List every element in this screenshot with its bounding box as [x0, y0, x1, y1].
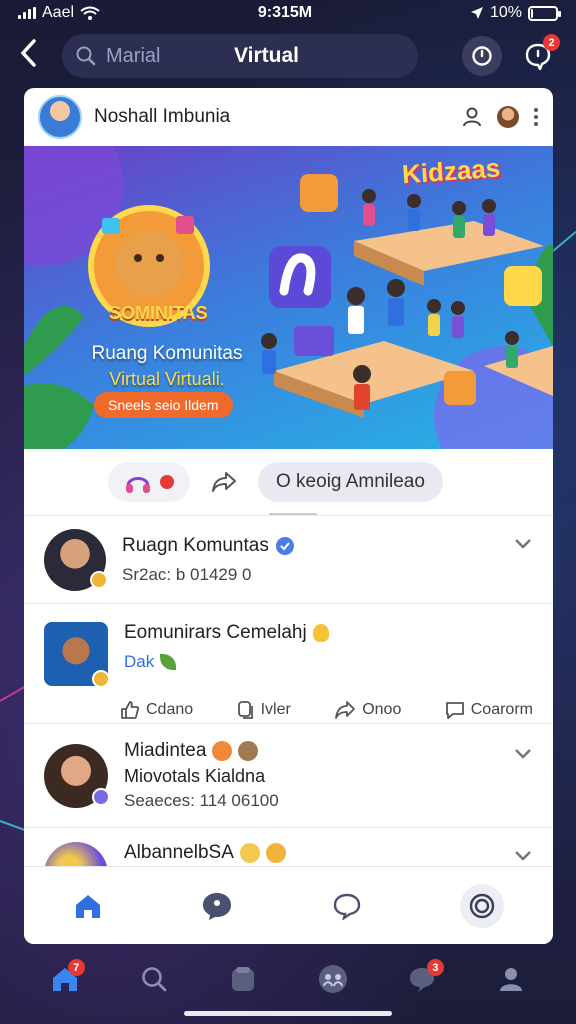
tab-messages[interactable]: 3 — [402, 959, 444, 999]
home-badge: 7 — [67, 959, 85, 976]
bulb-icon — [312, 624, 329, 642]
member-name: Miadintea — [124, 740, 207, 761]
emoji-icon — [238, 741, 259, 761]
banner-subtitle: Virtual Virtuali. — [109, 369, 225, 389]
battery-percent: 10% — [489, 4, 522, 21]
clock: 9:315M — [257, 4, 313, 21]
blue-badge-icon — [275, 536, 294, 555]
top-nav: Marial Virtual 2 — [0, 30, 576, 82]
leaf-icon — [160, 654, 177, 670]
search-icon — [142, 967, 167, 992]
share-button[interactable] — [204, 462, 244, 502]
comment-button[interactable]: Coarorm — [445, 700, 533, 720]
chevron-down-icon[interactable] — [513, 748, 533, 760]
thumbs-up-icon — [121, 701, 140, 719]
group-avatar[interactable] — [38, 95, 82, 139]
post-header: Noshall Imbunia — [24, 88, 553, 146]
signal-icon — [18, 7, 36, 19]
more-vertical-icon[interactable] — [533, 107, 539, 127]
user-icon[interactable] — [461, 106, 483, 128]
like-button[interactable]: Cdano — [120, 700, 193, 720]
chevron-down-icon[interactable] — [513, 850, 533, 862]
profile-avatar-small[interactable] — [497, 106, 519, 128]
verified-badge-icon — [90, 570, 108, 589]
messages-badge: 3 — [426, 959, 444, 976]
headphones-icon — [126, 477, 150, 493]
copy-label: Ivler — [260, 701, 291, 718]
timer-icon — [472, 46, 492, 66]
member-name: Ruagn Komuntas — [122, 534, 269, 556]
search-placeholder: Marial — [106, 44, 161, 67]
member-avatar[interactable] — [44, 743, 110, 808]
carrier-label: Aael — [42, 4, 75, 21]
banner-cta-button[interactable]: Sneels seio Ildem — [94, 392, 233, 418]
post-banner-image[interactable]: SOMINITAS Kidzaas Ruang Komunitas Virtua… — [24, 146, 553, 449]
notifications-button[interactable]: 2 — [518, 34, 560, 76]
comment-placeholder: O keoig Amnileao — [276, 471, 425, 492]
reactions-row: Cdano Ivler Onoo Coarorm — [44, 700, 533, 720]
copy-icon — [237, 701, 253, 719]
back-button[interactable] — [18, 38, 62, 74]
member-avatar[interactable] — [44, 622, 110, 688]
tab-search[interactable] — [134, 959, 174, 999]
member-name: AlbannelbSA — [124, 842, 234, 863]
member-meta: Sr2ac: b 01429 0 — [122, 564, 252, 584]
timer-button[interactable] — [462, 36, 502, 76]
tab-community[interactable] — [313, 959, 353, 999]
comment-label: Coarorm — [470, 701, 533, 718]
emoji-icon — [265, 843, 286, 863]
banner-title: Ruang Komunitas — [91, 343, 243, 364]
emoji-icon — [239, 843, 260, 863]
tab-library[interactable] — [223, 959, 263, 999]
list-item[interactable]: Miadintea Miovotals Kialdna Seaeces: 114… — [24, 723, 553, 827]
list-item[interactable]: Eomunirars Cemelahj Dak Cdano Ivler Onoo… — [24, 603, 553, 723]
card-bottom-nav — [24, 866, 553, 944]
reaction-button[interactable] — [108, 462, 190, 502]
chevron-left-icon — [20, 39, 36, 67]
status-bar: Aael 9:315M 10% — [0, 0, 576, 26]
target-icon — [469, 893, 495, 918]
home-indicator — [184, 1011, 392, 1016]
post-action-bar: O keoig Amnileao — [24, 449, 553, 515]
banner-emblem-text: SOMINITAS — [109, 303, 208, 323]
folder-icon — [232, 967, 255, 991]
notification-badge: 2 — [543, 34, 560, 51]
user-icon — [500, 968, 523, 991]
like-label: Cdano — [146, 701, 194, 718]
member-avatar[interactable] — [44, 528, 108, 591]
wifi-icon — [80, 6, 100, 20]
member-meta: Seaeces: 114 06100 — [124, 791, 279, 810]
search-bar[interactable]: Marial Virtual — [62, 34, 418, 78]
message-icon[interactable] — [201, 891, 233, 921]
comment-icon — [445, 702, 464, 719]
location-icon — [470, 7, 483, 19]
group-name[interactable]: Noshall Imbunia — [94, 106, 449, 128]
comment-input[interactable]: O keoig Amnileao — [258, 462, 443, 502]
red-dot-icon — [160, 475, 174, 489]
home-icon[interactable] — [73, 892, 103, 920]
search-icon — [76, 46, 96, 66]
verified-badge-icon — [92, 670, 110, 688]
copy-button[interactable]: Ivler — [237, 700, 291, 720]
list-item[interactable]: Ruagn Komuntas Sr2ac: b 01429 0 — [24, 515, 553, 603]
share-label: Onoo — [362, 701, 402, 718]
post-card: Noshall Imbunia SOMINITAS Kidzaas Ruang … — [24, 88, 553, 944]
emoji-icon — [212, 741, 233, 761]
chat-icon[interactable] — [332, 892, 362, 920]
member-name: Eomunirars Cemelahj — [124, 622, 307, 643]
page-title: Virtual — [234, 44, 299, 67]
verified-badge-icon — [92, 787, 110, 806]
app-tab-bar: 7 3 — [0, 948, 576, 1010]
profile-ring-button[interactable] — [459, 883, 504, 928]
share-post-button[interactable]: Onoo — [334, 700, 401, 720]
group-icon — [318, 965, 347, 993]
battery-icon — [528, 5, 561, 21]
share-arrow-icon — [212, 472, 236, 492]
member-meta: Dak — [124, 652, 155, 671]
member-subtitle: Miovotals Kialdna — [124, 766, 266, 786]
tab-home[interactable]: 7 — [45, 959, 85, 999]
chevron-down-icon[interactable] — [513, 538, 533, 550]
tab-profile[interactable] — [491, 959, 531, 999]
share-icon — [335, 701, 356, 719]
